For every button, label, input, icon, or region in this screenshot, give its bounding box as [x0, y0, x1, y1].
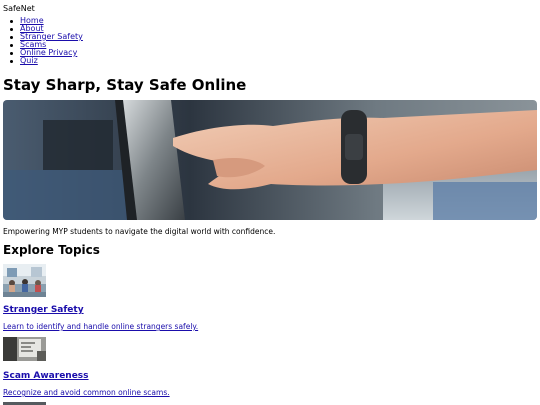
topic-description-link-stranger-safety[interactable]: Learn to identify and handle online stra… [3, 322, 198, 331]
hero-tagline: Empowering MYP students to navigate the … [3, 227, 276, 236]
topic-thumbnail-scam-awareness[interactable] [3, 337, 46, 361]
scam-image-icon [3, 337, 46, 361]
classroom-image-icon [3, 264, 46, 297]
topic-thumbnail-stranger-safety[interactable] [3, 264, 46, 297]
page-title: Stay Sharp, Stay Safe Online [3, 76, 247, 94]
hero-image [3, 100, 537, 220]
topic-link-stranger-safety[interactable]: Stranger Safety [3, 305, 84, 315]
topic-description-link-scam-awareness[interactable]: Recognize and avoid common online scams. [3, 388, 170, 397]
explore-topics-heading: Explore Topics [3, 243, 100, 257]
topic-description-stranger-safety: Learn to identify and handle online stra… [3, 322, 198, 331]
site-brand: SafeNet [3, 4, 35, 13]
topic-link-scam-awareness[interactable]: Scam Awareness [3, 371, 89, 381]
main-nav: Home About Stranger Safety Scams Online … [10, 17, 83, 65]
topic-title-stranger-safety: Stranger Safety [3, 305, 84, 316]
nav-item-quiz: Quiz [10, 56, 83, 65]
topic-description-scam-awareness: Recognize and avoid common online scams. [3, 388, 170, 397]
hero-photo-illustration [3, 100, 537, 220]
nav-link-quiz[interactable]: Quiz [20, 56, 38, 65]
topic-title-scam-awareness: Scam Awareness [3, 371, 89, 382]
